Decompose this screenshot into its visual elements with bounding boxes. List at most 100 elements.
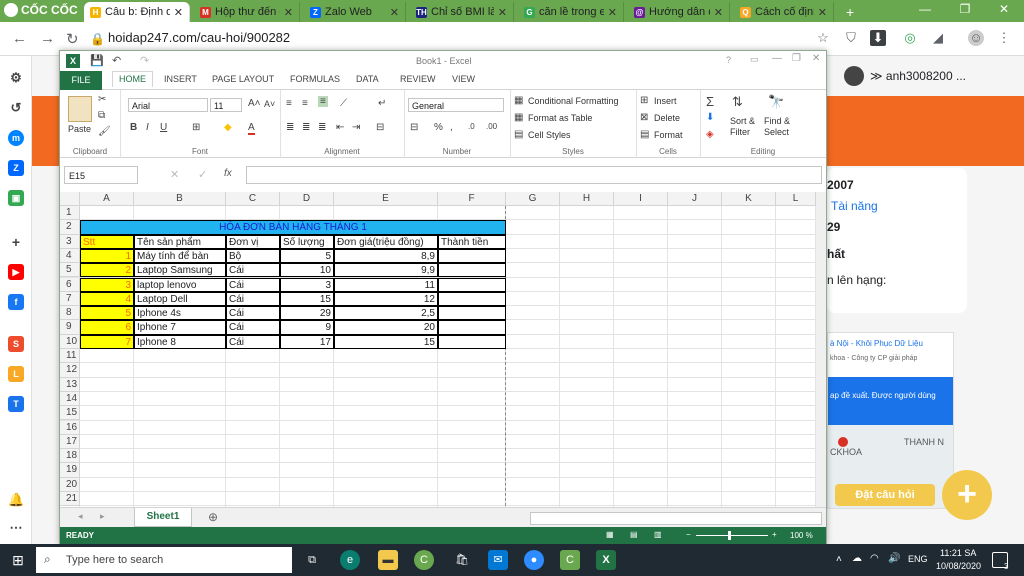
decrease-indent-icon[interactable]: ⇤ [336,122,344,133]
data-cell[interactable]: Laptop Dell [134,291,226,307]
facebook-icon[interactable]: f [8,294,24,310]
menu-icon[interactable]: ⋮ [996,30,1012,46]
game-icon[interactable]: ▣ [8,190,24,206]
format-table-icon[interactable]: ▦ [514,112,523,123]
decrease-decimal-icon[interactable]: .00 [486,122,497,131]
data-cell[interactable]: 11 [334,277,438,292]
add-question-icon[interactable]: + [942,470,992,520]
tiki-icon[interactable]: T [8,396,24,412]
align-right-icon[interactable]: ≣ [318,122,326,133]
select-label[interactable]: Select [764,127,789,137]
data-cell[interactable]: 6 [80,320,134,335]
header-cell[interactable]: Tên sản phẩm [134,234,226,249]
excel-restore-icon[interactable]: ❐ [792,53,801,64]
advertisement[interactable]: à Nội - Khôi Phục Dữ Liệu khoa - Công ty… [827,332,954,509]
data-cell[interactable]: 29 [280,306,334,321]
more-icon[interactable]: ⋯ [8,520,24,536]
data-cell[interactable] [438,334,506,349]
coccoc-2-icon[interactable]: C [560,550,580,570]
row-header[interactable]: 8 [60,306,80,321]
delete-label[interactable]: Delete [654,113,680,123]
zoom-in-icon[interactable]: + [772,530,777,539]
zoom-slider-handle[interactable] [728,531,731,540]
reload-icon[interactable]: ↻ [66,30,79,48]
sheet-tab-sheet1[interactable]: Sheet1 [134,508,192,527]
comma-icon[interactable]: , [450,122,453,133]
sort-label[interactable]: Sort & [730,116,755,126]
close-window-icon[interactable]: ✕ [984,2,1024,20]
delete-cells-icon[interactable]: ⊠ [640,112,648,123]
row-header[interactable]: 11 [60,349,80,364]
header-cell[interactable]: Số lượng [280,234,334,249]
row-header[interactable]: 3 [60,234,80,249]
grow-font-icon[interactable]: A˄ [248,98,261,109]
increase-decimal-icon[interactable]: .0 [468,122,475,131]
header-cell[interactable]: Đơn vị [226,234,280,249]
data-cell[interactable]: 4 [80,291,134,307]
row-header[interactable]: 21 [60,492,80,507]
paste-icon[interactable] [68,96,92,122]
data-cell[interactable]: Bộ [226,248,280,264]
row-header[interactable]: 1 [60,206,80,221]
minimize-icon[interactable]: — [905,2,945,20]
bold-icon[interactable]: B [130,122,137,133]
notification-bell-icon[interactable]: 🔔 [8,492,24,508]
row-header[interactable]: 7 [60,291,80,307]
tab-close-icon[interactable]: ✕ [818,6,827,19]
data-cell[interactable] [438,320,506,335]
add-sidebar-icon[interactable]: + [8,234,24,250]
ask-question-button[interactable]: Đặt câu hỏi [835,484,935,506]
data-cell[interactable]: 2,5 [334,306,438,321]
data-cell[interactable] [438,291,506,307]
ribbon-tab-page-layout[interactable]: PAGE LAYOUT [212,74,274,84]
data-cell[interactable] [438,263,506,278]
header-cell[interactable]: Đơn giá(triệu đồng) [334,234,438,249]
column-header[interactable]: A [80,192,134,206]
tab-close-icon[interactable]: ✕ [390,6,399,19]
fill-icon[interactable]: ⬇ [706,112,714,123]
tab-close-icon[interactable]: ✕ [608,6,617,19]
filter-label[interactable]: Filter [730,127,750,137]
data-cell[interactable]: Cái [226,320,280,335]
browser-tab[interactable]: Q Cách cố định ✕ [734,2,834,22]
percent-icon[interactable]: % [434,122,443,133]
browser-tab[interactable]: M Hộp thư đến - ✕ [194,2,300,22]
column-header[interactable]: L [776,192,816,206]
bookmark-star-icon[interactable]: ☆ [815,30,831,46]
clock-date[interactable]: 10/08/2020 [936,561,981,571]
number-format-select[interactable]: General [408,98,504,112]
format-painter-icon[interactable]: 🖌 [98,126,111,137]
browser-tab[interactable]: TH Chỉ số BMI là g ✕ [410,2,514,22]
row-header[interactable]: 15 [60,406,80,421]
data-cell[interactable] [438,306,506,321]
copy-icon[interactable]: ⧉ [98,110,105,121]
row-header[interactable]: 10 [60,334,80,349]
new-tab-button[interactable]: + [840,2,860,22]
increase-indent-icon[interactable]: ⇥ [352,122,360,133]
data-cell[interactable]: 1 [80,248,134,264]
cell-styles-icon[interactable]: ▤ [514,129,523,140]
zalo-icon[interactable]: Z [8,160,24,176]
windows-start-icon[interactable]: ⊞ [8,550,28,570]
profile-avatar-icon[interactable]: ☺ [968,30,984,46]
browser-tab[interactable]: @ Hướng dẫn cá ✕ [628,2,730,22]
row-header[interactable]: 4 [60,248,80,264]
formula-input[interactable] [246,166,822,184]
row-header[interactable]: 17 [60,434,80,450]
align-top-icon[interactable]: ≡ [286,98,292,109]
orientation-icon[interactable]: ⟋ [340,98,347,109]
normal-view-icon[interactable]: ▦ [606,530,614,539]
data-cell[interactable]: 9,9 [334,263,438,278]
coccoc-taskbar-icon[interactable]: C [414,550,434,570]
spreadsheet-grid[interactable]: A B C D E F G H I J K L 1 2 3 4 5 6 7 8 9 10 11 12 13 14 15 16 17 18 1… [60,192,816,507]
username[interactable]: ≫ anh3008200 ... [870,69,966,83]
wifi-icon[interactable]: ◠ [870,553,879,564]
data-cell[interactable]: Cái [226,291,280,307]
tab-close-icon[interactable]: ✕ [714,6,723,19]
data-cell[interactable]: Iphone 4s [134,306,226,321]
header-cell[interactable]: Thành tiền [438,234,506,249]
invoice-title[interactable]: HÓA ĐƠN BÁN HÀNG THÁNG 1 [80,220,506,235]
file-explorer-icon[interactable]: ▬ [378,550,398,570]
select-all-corner[interactable] [60,192,80,206]
format-label[interactable]: Format [654,130,683,140]
